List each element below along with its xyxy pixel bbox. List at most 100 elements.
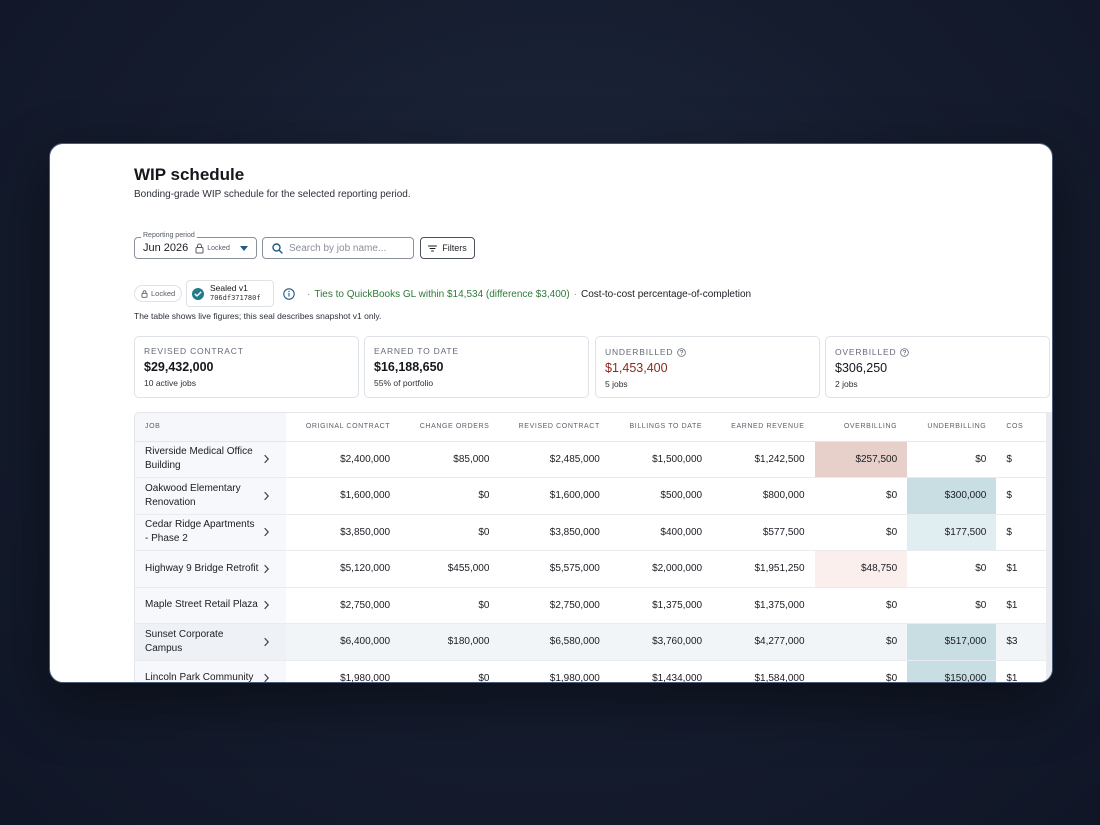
cell-original: $1,980,000 xyxy=(285,660,401,682)
column-header-underbilling[interactable]: UNDERBILLING xyxy=(907,413,997,442)
kpi-value: $306,250 xyxy=(835,361,888,375)
kpi-value: $1,453,400 xyxy=(605,361,668,375)
cell-billings: $400,000 xyxy=(609,514,713,551)
job-name-cell[interactable]: Highway 9 Bridge Retrofit xyxy=(135,550,286,588)
table-row[interactable]: Sunset Corporate Campus $6,400,000 $180,00… xyxy=(135,623,1052,661)
cell-changes: $180,000 xyxy=(400,623,500,661)
job-name: Highway 9 Bridge Retrofit xyxy=(145,562,259,574)
chevron-right-icon[interactable] xyxy=(263,528,270,537)
column-header-original-contract[interactable]: ORIGINAL CONTRACT xyxy=(285,413,401,442)
search-input[interactable] xyxy=(289,242,399,254)
cell-revised: $2,750,000 xyxy=(499,587,610,624)
column-header-change-orders[interactable]: CHANGE ORDERS xyxy=(400,413,500,442)
cell-original: $1,600,000 xyxy=(285,477,401,515)
table-header-row: JOB ORIGINAL CONTRACT CHANGE ORDERS REVI… xyxy=(135,413,1052,442)
table-row[interactable]: Maple Street Retail Plaza $2,750,000 $0 $2,… xyxy=(135,587,1052,624)
cell-earned: $1,242,500 xyxy=(712,441,815,478)
kpi-label: UNDERBILLED xyxy=(605,347,674,357)
cell-cost: $1 xyxy=(996,587,1052,624)
cell-billings: $500,000 xyxy=(609,477,713,515)
seal-title: Sealed v1 xyxy=(210,283,248,294)
cell-over: $48,750 xyxy=(814,550,908,588)
column-header-revised-contract[interactable]: REVISED CONTRACT xyxy=(499,413,610,442)
chevron-right-icon[interactable] xyxy=(263,564,270,573)
help-icon[interactable] xyxy=(900,347,910,357)
cell-earned: $577,500 xyxy=(712,514,815,551)
app-window: WIP schedule Bonding-grade WIP schedule … xyxy=(49,143,1053,683)
job-name-cell[interactable]: Oakwood Elementary Renovation xyxy=(135,477,286,515)
seal-note: The table shows live figures; this seal … xyxy=(134,311,382,321)
kpi-sub: 55% of portfolio xyxy=(374,378,434,388)
cell-billings: $1,375,000 xyxy=(609,587,713,624)
cell-earned: $1,584,000 xyxy=(712,660,815,682)
cell-earned: $800,000 xyxy=(712,477,815,515)
chevron-right-icon[interactable] xyxy=(263,601,270,610)
column-header-overbilling[interactable]: OVERBILLING xyxy=(814,413,908,442)
cell-changes: $0 xyxy=(400,587,500,624)
seal-badge[interactable]: Sealed v1 706df371780f xyxy=(186,280,274,307)
job-name-cell[interactable]: Lincoln Park Community xyxy=(135,660,286,683)
job-name-cell[interactable]: Sunset Corporate Campus xyxy=(135,623,286,661)
cell-earned: $1,375,000 xyxy=(712,587,815,624)
column-header-cost[interactable]: COS xyxy=(996,413,1052,442)
cell-under: $177,500 xyxy=(907,514,997,551)
cell-revised: $2,485,000 xyxy=(499,441,610,478)
info-icon[interactable] xyxy=(283,288,295,300)
help-icon[interactable] xyxy=(677,347,687,357)
column-header-earned-revenue[interactable]: EARNED REVENUE xyxy=(712,413,815,442)
cell-over: $0 xyxy=(814,660,908,682)
table-row[interactable]: Lincoln Park Community $1,980,000 $0 $1,980… xyxy=(135,660,1052,683)
chevron-right-icon[interactable] xyxy=(263,455,270,464)
cell-billings: $3,760,000 xyxy=(609,623,713,661)
chevron-right-icon[interactable] xyxy=(263,637,270,646)
job-name: Oakwood Elementary Renovation xyxy=(145,482,241,508)
wip-table-container[interactable]: JOB ORIGINAL CONTRACT CHANGE ORDERS REVI… xyxy=(134,412,1052,683)
table-row[interactable]: Oakwood Elementary Renovation $1,600,000 $… xyxy=(135,477,1052,515)
cell-changes: $455,000 xyxy=(400,550,500,588)
period-locked-label: Locked xyxy=(207,244,230,252)
job-name-cell[interactable]: Cedar Ridge Apartments - Phase 2 xyxy=(135,514,286,551)
cell-original: $3,850,000 xyxy=(285,514,401,551)
chevron-right-icon[interactable] xyxy=(263,491,270,500)
cell-cost: $1 xyxy=(996,550,1052,588)
cell-original: $2,750,000 xyxy=(285,587,401,624)
table-row[interactable]: Cedar Ridge Apartments - Phase 2 $3,850,0… xyxy=(135,514,1052,551)
table-row[interactable]: Riverside Medical Office Building $2,400,… xyxy=(135,441,1052,478)
cell-cost: $3 xyxy=(996,623,1052,661)
job-name-cell[interactable]: Riverside Medical Office Building xyxy=(135,441,286,478)
cell-earned: $1,951,250 xyxy=(712,550,815,588)
chevron-right-icon[interactable] xyxy=(263,674,270,683)
filters-button[interactable]: Filters xyxy=(420,237,475,259)
cell-earned: $4,277,000 xyxy=(712,623,815,661)
kpi-value: $29,432,000 xyxy=(144,360,214,374)
reporting-period-select[interactable]: Reporting period Jun 2026 Locked xyxy=(134,232,257,259)
cell-under: $0 xyxy=(907,550,997,588)
cell-cost: $ xyxy=(996,477,1052,515)
chevron-down-icon xyxy=(240,246,248,251)
cell-original: $5,120,000 xyxy=(285,550,401,588)
kpi-revised-contract: REVISED CONTRACT $29,432,000 10 active j… xyxy=(134,336,359,398)
cell-revised: $3,850,000 xyxy=(499,514,610,551)
job-name-cell[interactable]: Maple Street Retail Plaza xyxy=(135,587,286,624)
cell-over: $0 xyxy=(814,477,908,515)
cell-under: $517,000 xyxy=(907,623,997,661)
cell-revised: $1,600,000 xyxy=(499,477,610,515)
cell-under: $0 xyxy=(907,441,997,478)
job-name: Cedar Ridge Apartments - Phase 2 xyxy=(145,519,255,545)
column-header-job[interactable]: JOB xyxy=(135,413,286,442)
job-name: Sunset Corporate Campus xyxy=(145,628,224,654)
seal-summary: · Ties to QuickBooks GL within $14,534 (d… xyxy=(307,289,752,300)
job-search xyxy=(262,237,414,259)
kpi-underbilled[interactable]: UNDERBILLED $1,453,400 5 jobs xyxy=(595,336,820,398)
kpi-overbilled[interactable]: OVERBILLED $306,250 2 jobs xyxy=(825,336,1050,398)
locked-chip-label: Locked xyxy=(151,289,176,298)
filters-label: Filters xyxy=(442,243,467,253)
wip-table: JOB ORIGINAL CONTRACT CHANGE ORDERS REVI… xyxy=(135,413,1052,683)
poc-method: Cost-to-cost percentage-of-completion xyxy=(581,289,752,300)
filter-icon xyxy=(428,245,438,251)
cell-revised: $1,980,000 xyxy=(499,660,610,682)
cell-changes: $0 xyxy=(400,514,500,551)
column-header-billings-to-date[interactable]: BILLINGS TO DATE xyxy=(609,413,713,442)
table-body: Riverside Medical Office Building $2,400,… xyxy=(135,441,1052,683)
table-row[interactable]: Highway 9 Bridge Retrofit $5,120,000 $455,… xyxy=(135,550,1052,588)
